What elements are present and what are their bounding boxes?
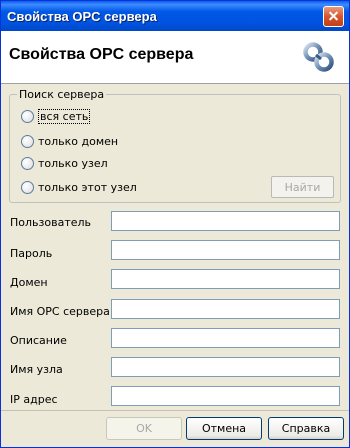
window-title: Свойства OPC сервера bbox=[7, 9, 157, 24]
dialog-header: Свойства OPC сервера bbox=[1, 31, 349, 84]
radio-label: вся сеть bbox=[38, 108, 91, 124]
domain-input[interactable] bbox=[111, 269, 340, 289]
radio-domain-only[interactable]: только домен bbox=[21, 133, 118, 149]
link-chain-icon bbox=[303, 42, 334, 72]
radio-label: только этот узел bbox=[38, 180, 137, 194]
user-label: Пользователь bbox=[10, 216, 92, 229]
description-input[interactable] bbox=[111, 328, 340, 348]
password-input[interactable] bbox=[111, 240, 340, 260]
radio-whole-network[interactable]: вся сеть bbox=[21, 108, 91, 124]
server-search-label: Поиск сервера bbox=[17, 88, 107, 101]
user-input[interactable] bbox=[111, 211, 340, 231]
title-bar[interactable]: Свойства OPC сервера bbox=[1, 1, 349, 31]
radio-label: только узел bbox=[38, 156, 108, 170]
find-button[interactable]: Найти bbox=[271, 176, 334, 198]
radio-this-node-only[interactable]: только этот узел bbox=[21, 179, 137, 195]
radio-button[interactable] bbox=[21, 109, 34, 123]
ok-button[interactable]: OK bbox=[106, 417, 182, 440]
ip-address-input[interactable] bbox=[111, 386, 340, 406]
close-button[interactable] bbox=[323, 6, 344, 27]
dialog-window: Свойства OPC сервера Свойства OPC сервер… bbox=[0, 0, 350, 448]
radio-label: только домен bbox=[38, 134, 119, 148]
node-name-label: Имя узла bbox=[10, 363, 63, 376]
password-label: Пароль bbox=[10, 247, 53, 260]
description-label: Описание bbox=[10, 334, 67, 347]
opc-server-name-label: Имя OPC сервера bbox=[10, 305, 110, 318]
opc-server-name-input[interactable] bbox=[111, 299, 340, 319]
domain-label: Домен bbox=[10, 276, 48, 289]
radio-node-only[interactable]: только узел bbox=[21, 155, 108, 171]
ip-address-label: IP адрес bbox=[10, 393, 58, 406]
footer-divider bbox=[1, 410, 349, 411]
cancel-button[interactable]: Отмена bbox=[186, 417, 262, 440]
radio-button[interactable] bbox=[21, 134, 34, 148]
header-title: Свойства OPC сервера bbox=[9, 46, 194, 63]
node-name-input[interactable] bbox=[111, 357, 340, 377]
help-button[interactable]: Справка bbox=[268, 417, 344, 440]
radio-button[interactable] bbox=[21, 156, 34, 170]
radio-button[interactable] bbox=[21, 180, 34, 194]
